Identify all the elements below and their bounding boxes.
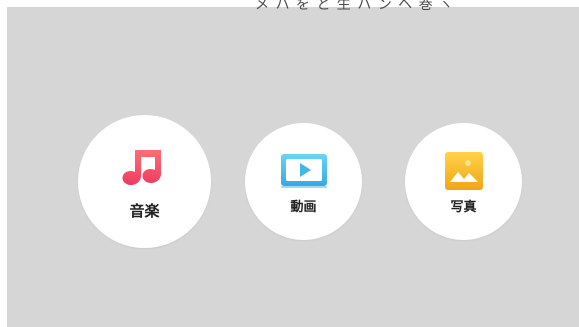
top-cut-text: メ ハ を と 生 ハ ン ヘ 巻 ヽ: [255, 0, 455, 13]
music-note-icon: [121, 143, 169, 191]
app-screen: メ ハ を と 生 ハ ン ヘ 巻 ヽ 音楽 動画 写真: [0, 0, 579, 327]
music-label: 音楽: [129, 202, 160, 220]
media-menu-panel: メ ハ を と 生 ハ ン ヘ 巻 ヽ 音楽 動画 写真: [7, 0, 579, 327]
music-button[interactable]: 音楽: [78, 115, 211, 248]
video-label: 動画: [290, 200, 317, 215]
photo-label: 写真: [450, 200, 477, 215]
video-button[interactable]: 動画: [245, 123, 362, 240]
photo-button[interactable]: 写真: [405, 123, 522, 240]
video-player-icon: [280, 151, 328, 191]
photo-image-icon: [444, 151, 484, 191]
